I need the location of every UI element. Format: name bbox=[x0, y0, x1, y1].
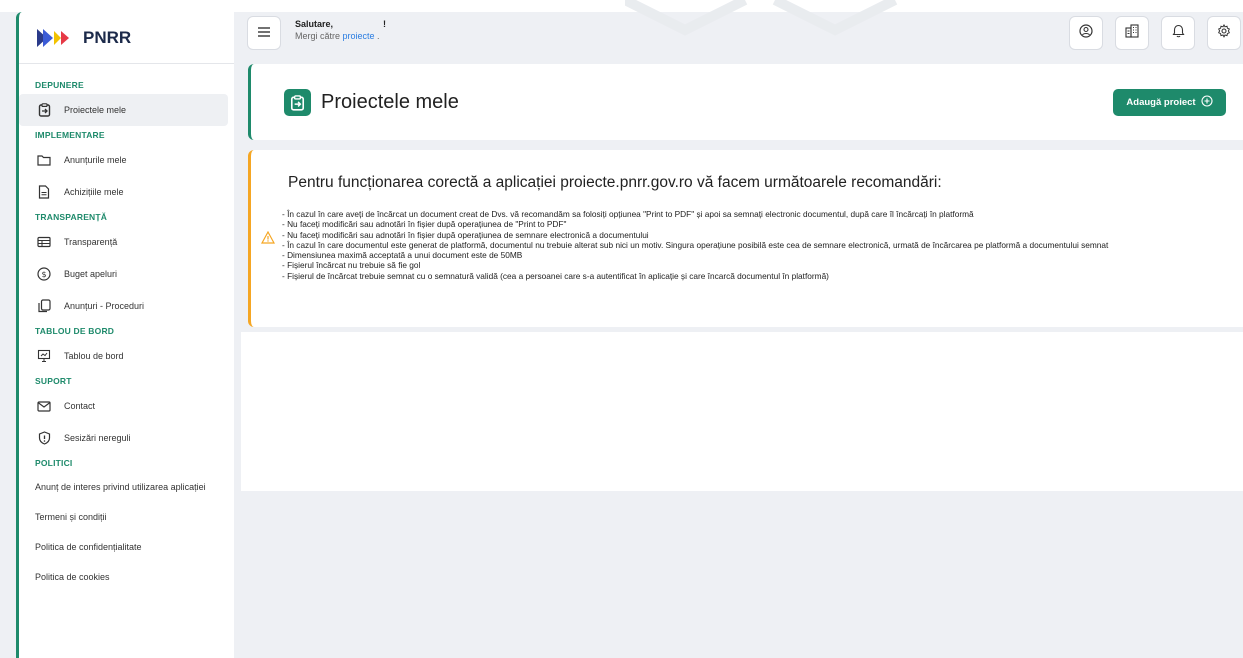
section-politici: POLITICI bbox=[35, 458, 73, 468]
alert-list: - În cazul în care aveți de încărcat un … bbox=[282, 209, 1237, 281]
sidebar-item-label: Proiectele mele bbox=[64, 105, 127, 115]
section-depunere: DEPUNERE bbox=[35, 80, 84, 90]
alert-line: - Dimensiunea maximă acceptată a unui do… bbox=[282, 250, 523, 261]
alert-line: - Nu faceți modificări sau adnotări în f… bbox=[282, 229, 649, 240]
section-transparenta: TRANSPARENȚĂ bbox=[35, 212, 108, 222]
goto-prefix: Mergi către bbox=[295, 31, 343, 41]
sidebar-item-cookies[interactable]: Politica de cookies bbox=[19, 562, 234, 592]
hamburger-icon bbox=[258, 24, 270, 42]
notifications-button[interactable] bbox=[1161, 16, 1195, 50]
sidebar-item-contact[interactable]: Contact bbox=[19, 390, 228, 422]
user-icon bbox=[1079, 23, 1093, 43]
add-project-button[interactable]: Adaugă proiect bbox=[1113, 89, 1226, 116]
presentation-chart-icon bbox=[37, 349, 51, 363]
dollar-coin-icon: $ bbox=[37, 267, 51, 281]
sidebar-item-label: Anunțuri - Proceduri bbox=[64, 301, 145, 311]
clipboard-icon bbox=[284, 89, 311, 116]
alert-line: - Fișierul încărcat nu trebuie să fie go… bbox=[282, 260, 421, 271]
document-icon bbox=[37, 185, 51, 199]
warning-icon bbox=[260, 230, 276, 244]
sidebar-item-sesizari-nereguli[interactable]: Sesizări nereguli bbox=[19, 422, 228, 454]
alert-line: - Fișierul de încărcat trebuie semnat cu… bbox=[282, 270, 829, 281]
sidebar-item-label: Anunțurile mele bbox=[64, 155, 127, 165]
alert-line: - În cazul în care documentul este gener… bbox=[282, 239, 1109, 250]
page-title: Proiectele mele bbox=[321, 91, 459, 113]
logo-text: PNRR bbox=[83, 27, 132, 47]
sidebar-item-tablou-de-bord[interactable]: Tablou de bord bbox=[19, 340, 228, 372]
menu-toggle-button[interactable] bbox=[247, 16, 281, 50]
sidebar-item-termeni[interactable]: Termeni și condiții bbox=[19, 502, 234, 532]
folder-icon bbox=[37, 153, 51, 167]
sidebar-item-anunt-interes[interactable]: Anunț de interes privind utilizarea apli… bbox=[19, 472, 234, 502]
sidebar-item-label: Transparență bbox=[64, 237, 118, 247]
alert-title: Pentru funcționarea corectă a aplicației… bbox=[288, 174, 942, 191]
pnrr-logo-icon bbox=[37, 27, 77, 49]
goto-suffix: . bbox=[374, 31, 380, 41]
sidebar-item-anunturi-proceduri[interactable]: Anunțuri - Proceduri bbox=[19, 290, 228, 322]
page-title-card: Proiectele mele Adaugă proiect bbox=[248, 64, 1243, 140]
building-icon bbox=[1125, 23, 1139, 43]
bell-icon bbox=[1171, 24, 1185, 43]
top-strip bbox=[0, 0, 1243, 12]
sidebar: PNRR DEPUNERE Proiectele mele IMPLEMENTA… bbox=[16, 12, 234, 658]
sidebar-item-label: Sesizări nereguli bbox=[64, 433, 131, 443]
sidebar-item-label: Tablou de bord bbox=[64, 351, 124, 361]
sidebar-item-label: Achizițiile mele bbox=[64, 187, 124, 197]
sidebar-item-label: Contact bbox=[64, 401, 96, 411]
sidebar-item-proiectele-mele[interactable]: Proiectele mele bbox=[19, 94, 228, 126]
alert-line: - Nu faceți modificări sau adnotări în f… bbox=[282, 219, 567, 230]
profile-button[interactable] bbox=[1069, 16, 1103, 50]
sidebar-item-achizitiile-mele[interactable]: Achizițiile mele bbox=[19, 176, 228, 208]
plus-circle-icon bbox=[1201, 95, 1213, 110]
greeting-subtext: Mergi către proiecte . bbox=[295, 30, 386, 42]
section-suport: SUPORT bbox=[35, 376, 72, 386]
sidebar-item-confidentialitate[interactable]: Politica de confidențialitate bbox=[19, 532, 234, 562]
greeting-text: Salutare, ! bbox=[295, 19, 387, 29]
organization-button[interactable] bbox=[1115, 16, 1149, 50]
settings-button[interactable] bbox=[1207, 16, 1241, 50]
content-pane bbox=[241, 332, 1243, 491]
table-icon bbox=[37, 235, 51, 249]
sidebar-item-anunturile-mele[interactable]: Anunțurile mele bbox=[19, 144, 228, 176]
svg-text:$: $ bbox=[41, 270, 46, 279]
clipboard-icon bbox=[37, 103, 51, 117]
recommendations-alert: Pentru funcționarea corectă a aplicației… bbox=[248, 150, 1243, 327]
section-tablou-de-bord: TABLOU DE BORD bbox=[35, 326, 115, 336]
section-implementare: IMPLEMENTARE bbox=[35, 130, 105, 140]
greeting: Salutare, ! Mergi către proiecte . bbox=[295, 18, 386, 42]
copy-icon bbox=[37, 299, 51, 313]
shield-alert-icon bbox=[37, 431, 51, 445]
sidebar-nav: DEPUNERE Proiectele mele IMPLEMENTARE An… bbox=[19, 64, 234, 592]
sidebar-item-transparenta[interactable]: Transparență bbox=[19, 226, 228, 258]
gear-icon bbox=[1217, 23, 1231, 43]
proiecte-link[interactable]: proiecte bbox=[343, 31, 375, 41]
alert-line: - În cazul în care aveți de încărcat un … bbox=[282, 209, 974, 219]
add-project-label: Adaugă proiect bbox=[1126, 97, 1196, 108]
logo[interactable]: PNRR bbox=[19, 12, 234, 64]
top-header: Salutare, ! Mergi către proiecte . bbox=[247, 12, 1243, 54]
sidebar-item-label: Buget apeluri bbox=[64, 269, 118, 279]
mail-icon bbox=[37, 399, 51, 413]
sidebar-item-buget-apeluri[interactable]: $ Buget apeluri bbox=[19, 258, 228, 290]
